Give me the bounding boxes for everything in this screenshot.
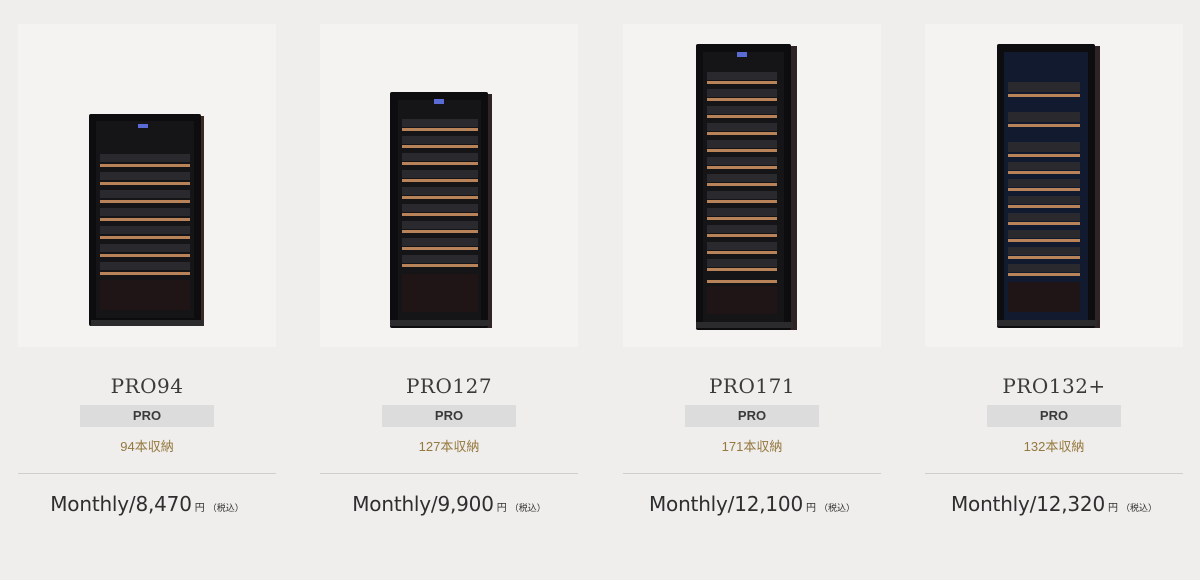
divider [925, 473, 1183, 474]
wine-cellar-image [997, 44, 1100, 328]
price-tax-note: （税込） [818, 503, 855, 513]
price: Monthly/12,320 円（税込） [925, 492, 1183, 516]
price-tax-note: （税込） [509, 503, 546, 513]
price-value: 12,100 [734, 492, 803, 516]
divider [320, 473, 578, 474]
wine-cellar-image [696, 44, 797, 330]
price-unit: 円 [1107, 503, 1118, 514]
product-card-pro94[interactable]: PRO94 PRO 94本収納 Monthly/8,470 円（税込） [18, 24, 276, 516]
price-value: 8,470 [135, 492, 192, 516]
divider [18, 473, 276, 474]
price-prefix: Monthly/ [50, 492, 136, 516]
model-name: PRO132+ [1002, 374, 1106, 398]
product-grid: PRO94 PRO 94本収納 Monthly/8,470 円（税込） PRO1… [0, 0, 1200, 580]
model-name: PRO127 [405, 374, 493, 398]
product-image[interactable] [320, 24, 578, 347]
price-unit: 円 [496, 503, 507, 514]
pro-badge: PRO [80, 405, 214, 427]
pro-badge: PRO [382, 405, 516, 427]
price-prefix: Monthly/ [352, 492, 438, 516]
product-image[interactable] [18, 24, 276, 347]
product-image[interactable] [925, 24, 1183, 347]
capacity-label: 171本収納 [721, 439, 783, 454]
pro-badge: PRO [685, 405, 819, 427]
model-name: PRO171 [708, 374, 796, 398]
product-card-pro132plus[interactable]: PRO132+ PRO 132本収納 Monthly/12,320 円（税込） [925, 24, 1183, 516]
price-prefix: Monthly/ [950, 492, 1037, 516]
price-unit: 円 [805, 503, 816, 514]
product-card-pro127[interactable]: PRO127 PRO 127本収納 Monthly/9,900 円（税込） [320, 24, 578, 516]
capacity-label: 127本収納 [418, 439, 480, 454]
price: Monthly/9,900 円（税込） [320, 492, 578, 516]
product-image[interactable] [623, 24, 881, 347]
capacity-label: 94本収納 [120, 439, 174, 454]
product-card-pro171[interactable]: PRO171 PRO 171本収納 Monthly/12,100 円（税込） [623, 24, 881, 516]
wine-cellar-image [390, 92, 492, 328]
capacity-label: 132本収納 [1023, 439, 1085, 454]
price-tax-note: （税込） [1120, 503, 1157, 513]
price-tax-note: （税込） [207, 503, 244, 513]
divider [623, 473, 881, 474]
price-value: 9,900 [437, 492, 494, 516]
price-value: 12,320 [1036, 492, 1105, 516]
price: Monthly/8,470 円（税込） [18, 492, 276, 516]
model-name: PRO94 [110, 374, 184, 398]
pro-badge: PRO [987, 405, 1121, 427]
price-unit: 円 [194, 503, 205, 514]
price-prefix: Monthly/ [648, 492, 735, 516]
price: Monthly/12,100 円（税込） [623, 492, 881, 516]
wine-cellar-image [89, 114, 204, 326]
